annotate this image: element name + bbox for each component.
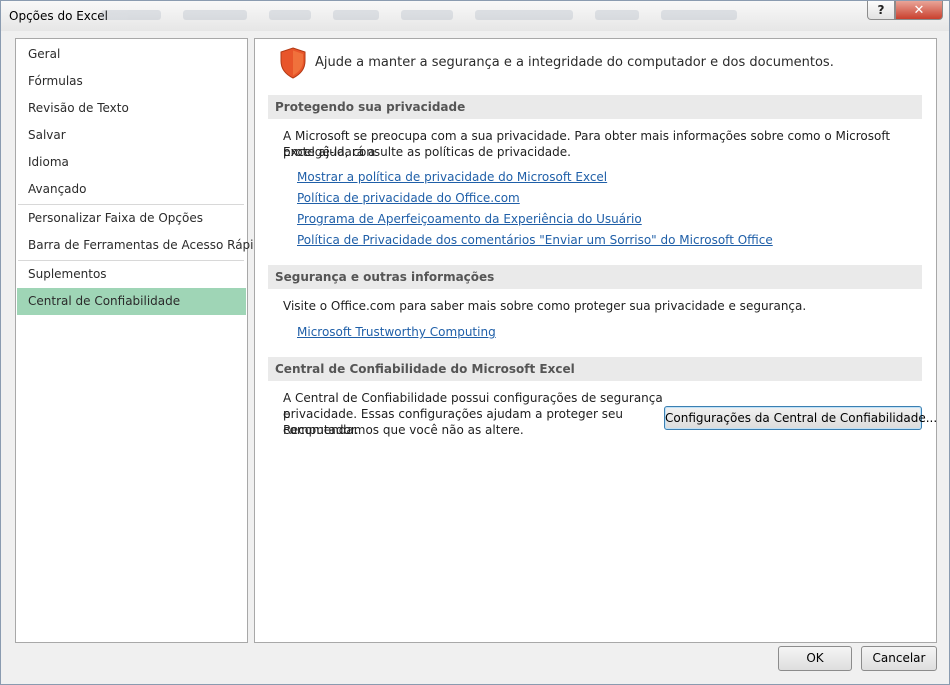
sidebar-item-barra-acesso-rapido[interactable]: Barra de Ferramentas de Acesso Rápido <box>17 232 268 259</box>
trust-center-description-line-3: Recomendamos que você não as altere. <box>283 423 524 437</box>
sidebar-item-suplementos[interactable]: Suplementos <box>17 261 246 288</box>
sidebar-item-idioma[interactable]: Idioma <box>17 149 246 176</box>
sidebar-item-geral[interactable]: Geral <box>17 41 246 68</box>
link-enviar-um-sorriso[interactable]: Política de Privacidade dos comentários … <box>297 233 773 247</box>
blurred-ribbon-background <box>101 7 781 23</box>
sidebar-item-avancado[interactable]: Avançado <box>17 176 246 203</box>
link-trustworthy-computing[interactable]: Microsoft Trustworthy Computing <box>297 325 496 339</box>
section-header-central-confiabilidade: Central de Confiabilidade do Microsoft E… <box>268 357 922 381</box>
page-title: Ajude a manter a segurança e a integrida… <box>315 55 834 70</box>
section-header-privacidade: Protegendo sua privacidade <box>268 95 922 119</box>
privacy-description-line-2: protegê-la, consulte as políticas de pri… <box>283 145 571 159</box>
options-dialog: Opções do Excel ? ✕ Geral Fórmulas Revis… <box>0 0 950 685</box>
sidebar-item-salvar[interactable]: Salvar <box>17 122 246 149</box>
help-button[interactable]: ? <box>867 1 895 20</box>
trust-center-settings-button[interactable]: Configurações da Central de Confiabilida… <box>664 406 937 430</box>
sidebar-item-revisao-de-texto[interactable]: Revisão de Texto <box>17 95 246 122</box>
title-bar[interactable]: Opções do Excel ? ✕ <box>1 1 949 31</box>
section-header-seguranca: Segurança e outras informações <box>268 265 922 289</box>
shield-icon <box>280 47 306 79</box>
link-programa-aperfeicoamento[interactable]: Programa de Aperfeiçoamento da Experiênc… <box>297 212 642 226</box>
sidebar-item-formulas[interactable]: Fórmulas <box>17 68 246 95</box>
cancel-button[interactable]: Cancelar <box>861 646 937 671</box>
ok-button[interactable]: OK <box>778 646 852 671</box>
link-politica-privacidade-excel[interactable]: Mostrar a política de privacidade do Mic… <box>297 170 607 184</box>
close-button[interactable]: ✕ <box>895 1 943 20</box>
security-description: Visite o Office.com para saber mais sobr… <box>283 299 807 313</box>
sidebar-item-personalizar-faixa[interactable]: Personalizar Faixa de Opções <box>17 205 246 232</box>
trust-center-panel: Ajude a manter a segurança e a integrida… <box>254 38 937 643</box>
window-title: Opções do Excel <box>9 9 109 23</box>
sidebar-item-central-de-confiabilidade[interactable]: Central de Confiabilidade <box>17 288 246 315</box>
options-sidebar: Geral Fórmulas Revisão de Texto Salvar I… <box>15 38 268 643</box>
link-politica-privacidade-office[interactable]: Política de privacidade do Office.com <box>297 191 520 205</box>
